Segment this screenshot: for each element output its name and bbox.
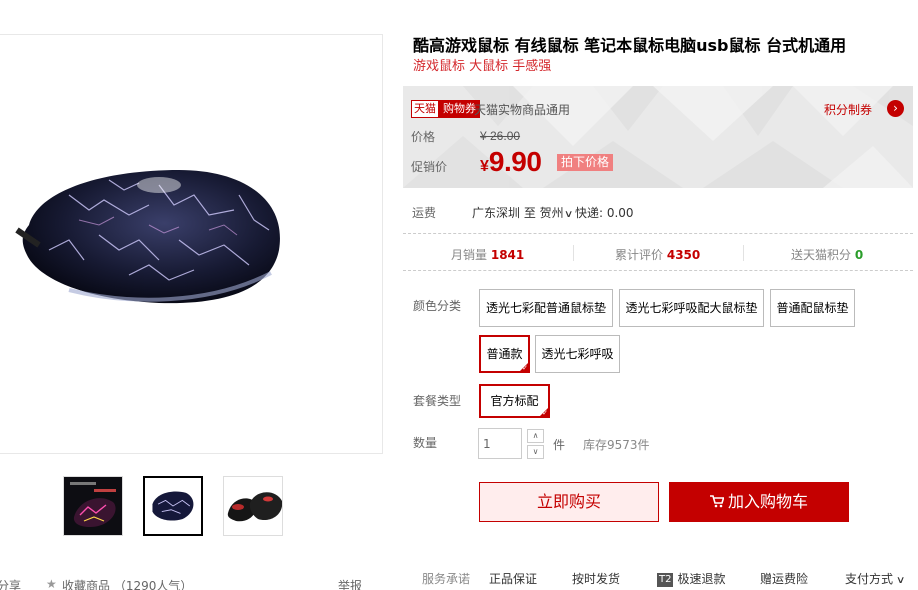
main-product-image[interactable]: [0, 34, 383, 454]
quantity-label: 数量: [413, 436, 438, 450]
review-count[interactable]: 累计评价 4350: [615, 246, 700, 263]
coupon-text: 天猫实物商品通用: [474, 103, 571, 117]
tmall-badge-label: 天猫: [411, 100, 439, 118]
tmall-points-label: 送天猫积分: [791, 248, 852, 262]
sku-option-label: 普通款: [486, 347, 523, 361]
service-item-label: 极速退款: [677, 572, 726, 586]
currency-symbol: ¥: [480, 158, 489, 175]
service-item-fast-refund[interactable]: T2 极速退款: [657, 570, 726, 587]
package-label: 套餐类型: [413, 394, 462, 408]
promo-label: 促销价: [411, 160, 448, 174]
thumbnail-2[interactable]: [143, 476, 203, 536]
package-option-label: 官方标配: [490, 394, 539, 408]
mouse-image: [15, 170, 280, 304]
service-item[interactable]: 按时发货: [572, 570, 620, 587]
share-link[interactable]: 分享: [0, 577, 21, 590]
star-icon: ★: [46, 577, 57, 590]
report-link[interactable]: 举报: [338, 577, 362, 590]
tmall-points: 送天猫积分 0: [791, 246, 863, 263]
sku-option[interactable]: 透光七彩呼吸: [535, 335, 620, 373]
t2-badge: T2: [657, 573, 674, 587]
decrease-quantity-button[interactable]: ∨: [527, 445, 544, 459]
thumbnail-3-image: [224, 477, 282, 535]
promo-tag: 拍下价格: [557, 154, 614, 171]
service-item[interactable]: 赠运费险: [760, 570, 808, 587]
monthly-sales: 月销量 1841: [451, 246, 524, 263]
favorite-link[interactable]: 收藏商品 （1290人气）: [62, 577, 192, 590]
chevron-down-icon: ∨: [895, 575, 906, 586]
add-to-cart-button[interactable]: 加入购物车: [669, 482, 849, 522]
buy-now-button[interactable]: 立即购买: [479, 482, 659, 522]
package-option-selected[interactable]: 官方标配 ✓: [479, 384, 550, 418]
chevron-right-icon[interactable]: ›: [887, 100, 904, 117]
color-label: 颜色分类: [413, 299, 462, 313]
check-icon: ✓: [522, 364, 528, 372]
chevron-down-icon[interactable]: ∨: [564, 209, 574, 220]
thumbnail-1-image: [64, 477, 122, 535]
stock-count: 库存9573件: [583, 438, 650, 452]
product-subtitle: 游戏鼠标 大鼠标 手感强: [413, 59, 552, 74]
price-panel: 天猫 购物券 天猫实物商品通用 积分制券 › 价格 ¥ 26.00 促销价 ¥9…: [403, 86, 913, 188]
shipping-route[interactable]: 广东深圳 至 贺州: [472, 206, 564, 220]
service-label: 服务承诺: [422, 572, 471, 586]
shipping-label: 运费: [412, 206, 437, 220]
price-label: 价格: [411, 130, 436, 144]
thumbnail-2-image: [145, 478, 201, 534]
stat-divider: [743, 245, 744, 261]
service-item[interactable]: 正品保证: [489, 570, 537, 587]
thumbnail-3[interactable]: [223, 476, 283, 536]
tmall-points-value: 0: [854, 248, 864, 262]
sku-option[interactable]: 普通配鼠标垫: [770, 289, 855, 327]
monthly-sales-value: 1841: [490, 248, 525, 262]
sku-option[interactable]: 透光七彩配普通鼠标垫: [479, 289, 613, 327]
service-row: 服务承诺 正品保证 按时发货 T2 极速退款 赠运费险 支付方式 ∨: [403, 567, 918, 590]
product-title: 酷高游戏鼠标 有线鼠标 笔记本鼠标电脑usb鼠标 台式机通用: [413, 36, 847, 55]
points-coupon-link[interactable]: 积分制券: [824, 101, 872, 118]
original-price: ¥ 26.00: [480, 129, 521, 143]
tmall-coupon-badge: 天猫 购物券: [411, 100, 480, 118]
promo-price: ¥9.90: [480, 146, 542, 178]
check-icon: ✓: [542, 409, 548, 417]
monthly-sales-label: 月销量: [451, 248, 488, 262]
quantity-input[interactable]: 1: [478, 428, 522, 459]
sku-option-selected[interactable]: 普通款 ✓: [479, 335, 530, 373]
stat-divider: [573, 245, 574, 261]
shipping-row: 运费 广东深圳 至 贺州∨ 快递: 0.00: [403, 196, 913, 234]
stats-row: 月销量 1841 累计评价 4350 送天猫积分 0: [403, 235, 913, 271]
sku-option[interactable]: 透光七彩呼吸配大鼠标垫: [619, 289, 764, 327]
cart-icon: [709, 483, 725, 523]
increase-quantity-button[interactable]: ∧: [527, 429, 544, 443]
gallery-footer: 分享 ★ 收藏商品 （1290人气） 举报: [0, 577, 383, 590]
express-fee: 快递: 0.00: [574, 206, 634, 220]
promo-price-value: 9.90: [488, 146, 542, 177]
thumbnail-1[interactable]: [63, 476, 123, 536]
add-to-cart-label: 加入购物车: [727, 492, 808, 511]
shipping-value: 广东深圳 至 贺州∨ 快递: 0.00: [472, 204, 634, 221]
quantity-unit: 件: [553, 438, 566, 452]
payment-method-dropdown[interactable]: 支付方式 ∨: [845, 570, 906, 587]
review-count-value: 4350: [666, 248, 701, 262]
payment-method-label: 支付方式: [845, 572, 894, 586]
review-count-label: 累计评价: [615, 248, 664, 262]
